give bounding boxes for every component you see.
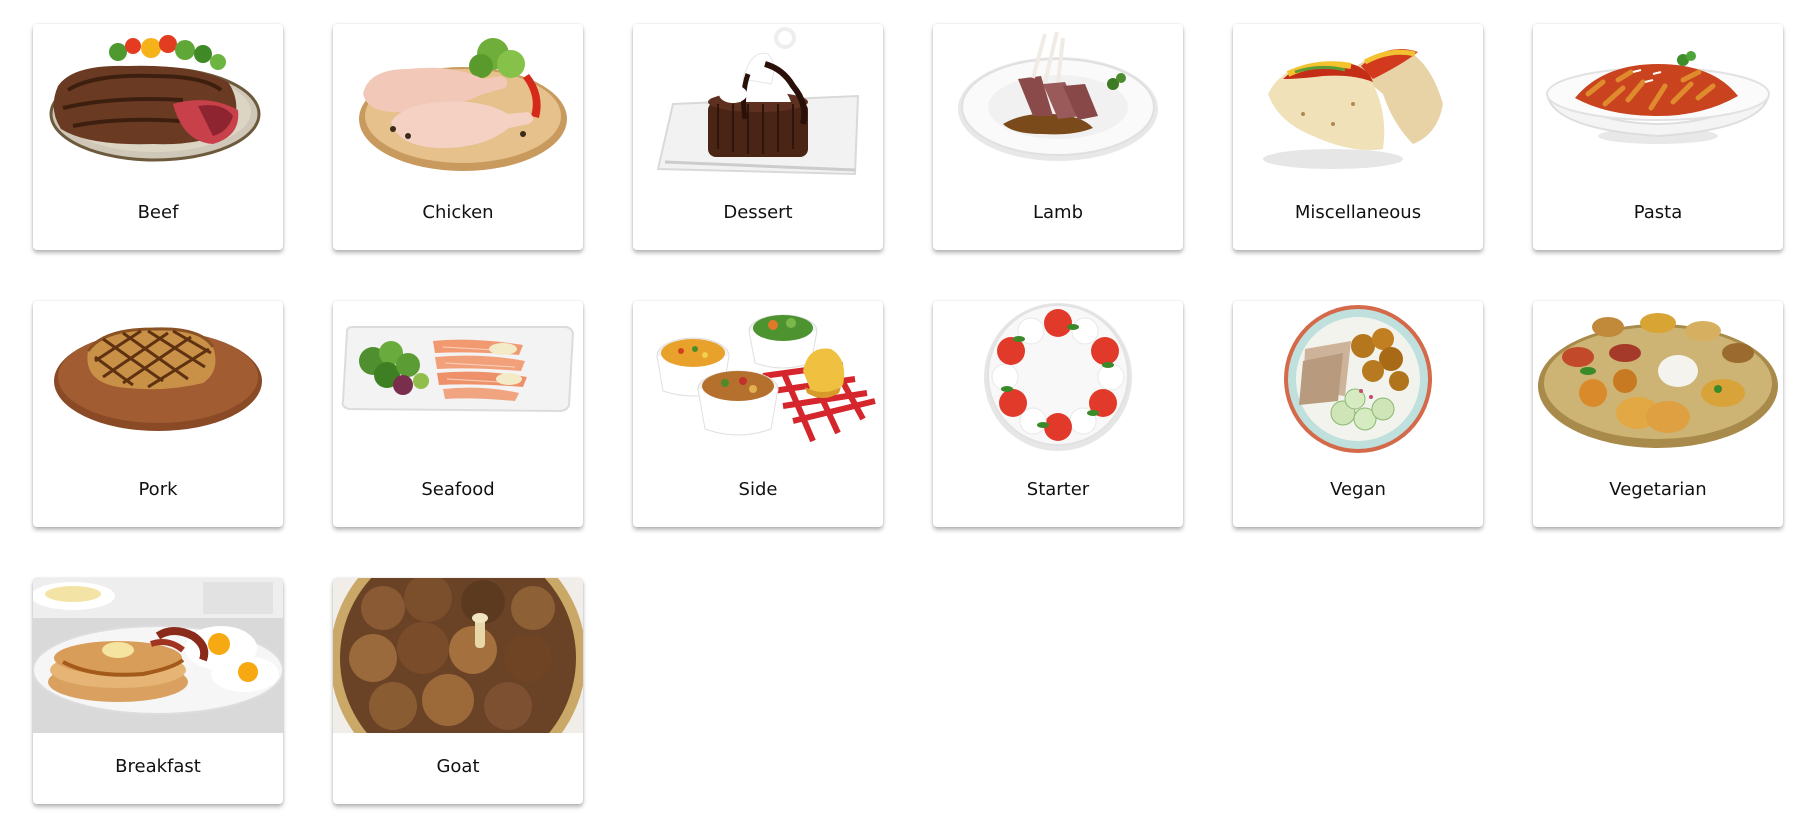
miscellaneous-image (1233, 24, 1483, 179)
category-card-pork[interactable]: Pork (33, 301, 283, 527)
category-card-lamb[interactable]: Lamb (933, 24, 1183, 250)
category-label: Chicken (422, 202, 494, 223)
category-label: Dessert (723, 202, 793, 223)
category-label: Side (738, 479, 778, 500)
goat-image (333, 578, 583, 733)
category-card-starter[interactable]: Starter (933, 301, 1183, 527)
vegetarian-image (1533, 301, 1783, 456)
dessert-image (633, 24, 883, 179)
chicken-image (333, 24, 583, 179)
category-card-vegan[interactable]: Vegan (1233, 301, 1483, 527)
category-label: Miscellaneous (1294, 202, 1422, 223)
category-card-pasta[interactable]: Pasta (1533, 24, 1783, 250)
category-card-breakfast[interactable]: Breakfast (33, 578, 283, 804)
pork-image (33, 301, 283, 456)
category-card-miscellaneous[interactable]: Miscellaneous (1233, 24, 1483, 250)
category-label: Breakfast (115, 756, 201, 777)
category-card-beef[interactable]: Beef (33, 24, 283, 250)
category-label: Starter (1026, 479, 1090, 500)
category-label: Vegetarian (1609, 479, 1707, 500)
category-card-dessert[interactable]: Dessert (633, 24, 883, 250)
beef-image (33, 24, 283, 179)
category-card-side[interactable]: Side (633, 301, 883, 527)
category-card-seafood[interactable]: Seafood (333, 301, 583, 527)
category-card-goat[interactable]: Goat (333, 578, 583, 804)
category-label: Goat (436, 756, 480, 777)
category-label: Beef (137, 202, 179, 223)
category-label: Pasta (1633, 202, 1683, 223)
category-card-vegetarian[interactable]: Vegetarian (1533, 301, 1783, 527)
category-label: Pork (138, 479, 178, 500)
category-card-chicken[interactable]: Chicken (333, 24, 583, 250)
starter-image (933, 301, 1183, 456)
breakfast-image (33, 578, 283, 733)
seafood-image (333, 301, 583, 456)
vegan-image (1233, 301, 1483, 456)
category-grid: Beef Chicken Dessert Lamb Miscellaneous … (33, 24, 1783, 804)
side-image (633, 301, 883, 456)
pasta-image (1533, 24, 1783, 179)
lamb-image (933, 24, 1183, 179)
category-label: Vegan (1330, 479, 1386, 500)
category-label: Lamb (1032, 202, 1084, 223)
category-label: Seafood (421, 479, 495, 500)
